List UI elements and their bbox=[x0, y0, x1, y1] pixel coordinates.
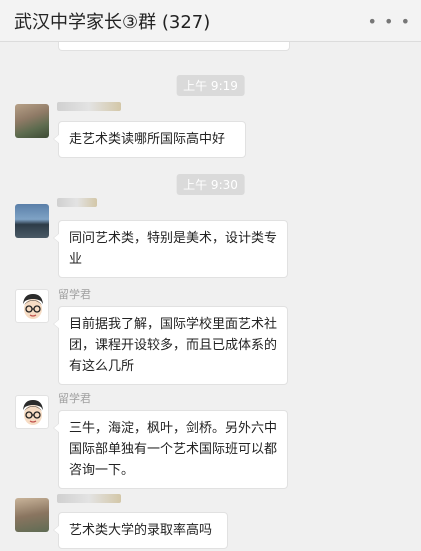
more-dots-icon[interactable]: • • • bbox=[368, 12, 411, 31]
sender-name-blurred bbox=[57, 102, 121, 111]
message-text: 走艺术类读哪所国际高中好 bbox=[69, 132, 226, 147]
message-text: 同问艺术类，特别是美术，设计类专业 bbox=[69, 231, 278, 267]
avatar[interactable] bbox=[15, 204, 49, 238]
chat-header: 武汉中学家长③群 (327) • • • bbox=[0, 0, 421, 42]
message-text: 目前据我了解，国际学校里面艺术社团，课程开设较多，而且已成体系的有这么几所 bbox=[69, 317, 278, 374]
cartoon-face-icon bbox=[23, 294, 43, 319]
message-text: 艺术类大学的录取率高吗 bbox=[69, 523, 213, 538]
cartoon-face-icon bbox=[23, 400, 43, 425]
timestamp: 上午 9:19 bbox=[176, 75, 245, 96]
sender-name-blurred bbox=[57, 198, 97, 207]
message-bubble[interactable]: 走艺术类读哪所国际高中好 bbox=[53, 121, 246, 158]
message-list[interactable]: 上午 9:19 走艺术类读哪所国际高中好 上午 9:30 同问艺术类，特别是美术… bbox=[0, 42, 421, 551]
avatar[interactable] bbox=[15, 498, 49, 532]
group-title: 武汉中学家长③群 (327) bbox=[14, 12, 211, 33]
message-text: 三牛，海淀，枫叶，剑桥。另外六中国际部单独有一个艺术国际班可以都咨询一下。 bbox=[69, 421, 278, 478]
message-bubble[interactable]: 三牛，海淀，枫叶，剑桥。另外六中国际部单独有一个艺术国际班可以都咨询一下。 bbox=[53, 410, 288, 489]
message-bubble[interactable]: 同问艺术类，特别是美术，设计类专业 bbox=[53, 220, 288, 278]
timestamp: 上午 9:30 bbox=[176, 174, 245, 195]
sender-name-blurred bbox=[57, 494, 121, 503]
message-bubble[interactable]: 艺术类大学的录取率高吗 bbox=[53, 512, 228, 549]
previous-message-bubble bbox=[58, 42, 290, 51]
sender-name: 留学君 bbox=[58, 392, 91, 405]
sender-name: 留学君 bbox=[58, 288, 91, 301]
avatar[interactable] bbox=[15, 395, 49, 429]
message-bubble[interactable]: 目前据我了解，国际学校里面艺术社团，课程开设较多，而且已成体系的有这么几所 bbox=[53, 306, 288, 385]
avatar[interactable] bbox=[15, 289, 49, 323]
avatar[interactable] bbox=[15, 104, 49, 138]
